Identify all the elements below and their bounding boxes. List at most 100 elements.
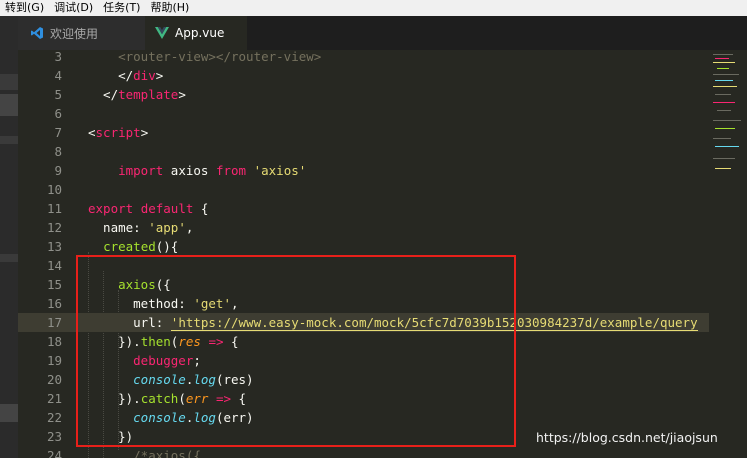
menu-debug[interactable]: 调试(D) (49, 0, 98, 16)
code-token: > (178, 87, 186, 102)
code-token: 'app' (148, 220, 186, 235)
side-panel-block (0, 404, 18, 422)
minimap-line (717, 110, 731, 111)
code-token: export (88, 201, 134, 216)
minimap-line (715, 58, 729, 59)
code-line[interactable]: 11 export default { (18, 199, 709, 218)
code-token: from (215, 163, 247, 178)
code-line[interactable]: 9 import axios from 'axios' (18, 161, 709, 180)
line-number: 23 (46, 429, 62, 444)
code-token: script (95, 125, 141, 140)
line-number: 16 (46, 296, 62, 311)
tab-label: 欢迎使用 (50, 26, 99, 41)
vscode-icon (30, 26, 44, 40)
minimap-line (717, 68, 729, 69)
line-number: 15 (46, 277, 62, 292)
line-number: 20 (46, 372, 62, 387)
code-text: import axios from 'axios' (88, 161, 306, 180)
code-line[interactable]: 8 (18, 142, 709, 161)
line-number: 22 (46, 410, 62, 425)
tab-welcome[interactable]: 欢迎使用 (18, 16, 145, 50)
minimap-line (715, 128, 735, 129)
line-number: 13 (46, 239, 62, 254)
code-token: > (140, 125, 149, 140)
code-token: created (103, 239, 156, 254)
code-line[interactable]: 6 (18, 104, 709, 123)
code-line[interactable]: 7 <script> (18, 123, 709, 142)
minimap-line (715, 168, 731, 169)
minimap-line (713, 74, 739, 75)
line-number: 3 (54, 50, 62, 64)
minimap-line (713, 54, 733, 55)
code-token: template (118, 87, 179, 102)
menu-help[interactable]: 帮助(H) (145, 0, 194, 16)
code-text: export default { (88, 199, 208, 218)
code-text: /*axios({ (88, 446, 201, 458)
minimap-line (713, 102, 735, 103)
menu-bar: 转到(G) 调试(D) 任务(T) 帮助(H) (0, 0, 747, 16)
code-text: name: 'app', (88, 218, 193, 237)
minimap-line (715, 80, 733, 81)
code-line[interactable]: 5 </template> (18, 85, 709, 104)
code-token: <router-view></router-view> (88, 50, 322, 64)
code-line[interactable]: 3 <router-view></router-view> (18, 50, 709, 66)
code-line[interactable]: 13 created(){ (18, 237, 709, 256)
minimap-line (713, 138, 731, 139)
minimap-line (715, 94, 731, 95)
side-panel-block (0, 136, 18, 144)
line-number: 6 (54, 106, 62, 121)
code-token: name: (88, 220, 149, 235)
code-token: axios (163, 163, 216, 178)
code-line[interactable]: 10 (18, 180, 709, 199)
code-token: </ (88, 68, 134, 83)
minimap-line (713, 120, 741, 121)
line-number: 7 (54, 125, 62, 140)
menu-goto[interactable]: 转到(G) (0, 0, 49, 16)
code-text: </template> (88, 85, 186, 104)
code-line[interactable]: 4 </div> (18, 66, 709, 85)
code-token: default (140, 201, 194, 216)
watermark: https://blog.csdn.net/jiaojsun (536, 430, 718, 445)
code-token: { (193, 201, 209, 216)
code-line[interactable]: 24 /*axios({ (18, 446, 709, 458)
side-panel-block (0, 254, 18, 262)
minimap-line (715, 146, 739, 147)
line-number: 9 (54, 163, 62, 178)
line-number: 10 (46, 182, 62, 197)
line-number: 19 (46, 353, 62, 368)
minimap-line (713, 62, 735, 63)
tab-app-vue[interactable]: App.vue (145, 16, 247, 50)
side-panel (0, 16, 18, 458)
menu-tasks[interactable]: 任务(T) (98, 0, 145, 16)
code-token: < (88, 125, 96, 140)
code-token: </ (88, 87, 119, 102)
highlight-box (76, 255, 516, 447)
tab-bar: 欢迎使用 App.vue (18, 16, 747, 50)
line-number: 8 (54, 144, 62, 159)
minimap-line (713, 86, 737, 87)
line-number: 5 (54, 87, 62, 102)
line-number: 14 (46, 258, 62, 273)
line-number: 21 (46, 391, 62, 406)
code-line[interactable]: 12 name: 'app', (18, 218, 709, 237)
minimap-line (713, 158, 735, 159)
code-token: /*axios({ (88, 448, 201, 458)
minimap[interactable] (709, 50, 747, 458)
code-token: > (155, 68, 164, 83)
code-text: <script> (88, 123, 148, 142)
side-panel-block (0, 74, 18, 90)
vue-icon (155, 27, 169, 39)
code-token: 'axios' (253, 163, 307, 178)
side-panel-block (0, 94, 18, 116)
line-number: 24 (46, 448, 62, 458)
line-number: 11 (46, 201, 62, 216)
tab-label: App.vue (175, 26, 225, 40)
line-number: 4 (54, 68, 62, 83)
code-token: , (185, 220, 194, 235)
code-text: created(){ (88, 237, 178, 256)
line-number: 18 (46, 334, 62, 349)
